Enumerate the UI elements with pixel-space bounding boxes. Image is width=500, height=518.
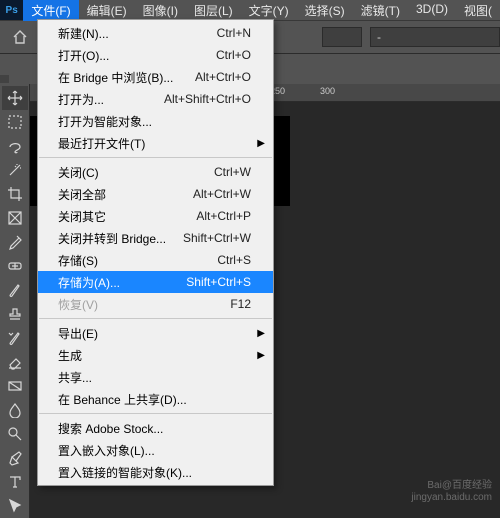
menu-item[interactable]: 打开(O)...Ctrl+O [38,44,273,66]
watermark: Bai@百度经验 jingyan.baidu.com [411,480,492,504]
menu-item-shortcut: F12 [230,297,251,311]
menu-选择[interactable]: 选择(S) [297,0,353,21]
tool-frame[interactable] [2,206,28,230]
tool-lasso[interactable] [2,134,28,158]
menu-3D[interactable]: 3D(D) [408,0,456,21]
menu-item[interactable]: 新建(N)...Ctrl+N [38,22,273,44]
menu-item-shortcut: Ctrl+O [216,48,251,62]
menu-item: 恢复(V)F12 [38,293,273,315]
menu-item-shortcut: Alt+Ctrl+W [193,187,251,201]
menu-滤镜[interactable]: 滤镜(T) [353,0,408,21]
file-menu-dropdown: 新建(N)...Ctrl+N打开(O)...Ctrl+O在 Bridge 中浏览… [37,19,274,486]
menu-item-label: 生成 [58,347,251,364]
menu-编辑[interactable]: 编辑(E) [79,0,135,21]
menu-item-label: 搜索 Adobe Stock... [58,420,251,437]
toolbox [0,84,30,518]
menu-separator [39,413,272,414]
menu-item-label: 最近打开文件(T) [58,135,251,152]
tool-blur[interactable] [2,398,28,422]
menu-item[interactable]: 置入链接的智能对象(K)... [38,461,273,483]
tool-stamp[interactable] [2,302,28,326]
menu-separator [39,318,272,319]
home-icon[interactable] [8,25,32,49]
menu-item-label: 关闭全部 [58,186,193,203]
menu-item-label: 关闭(C) [58,164,214,181]
menu-item[interactable]: 关闭其它Alt+Ctrl+P [38,205,273,227]
ruler-tick: 300 [320,86,335,96]
menu-item-label: 共享... [58,369,251,386]
menu-图像[interactable]: 图像(I) [135,0,186,21]
app-logo: Ps [0,0,23,20]
menu-item-label: 导出(E) [58,325,251,342]
menu-item-label: 关闭并转到 Bridge... [58,230,183,247]
menu-item[interactable]: 搜索 Adobe Stock... [38,417,273,439]
menu-文件[interactable]: 文件(F) [23,0,78,21]
menu-文字[interactable]: 文字(Y) [241,0,297,21]
menu-item-shortcut: Ctrl+W [214,165,251,179]
menu-item[interactable]: 在 Behance 上共享(D)... [38,388,273,410]
tool-type[interactable] [2,470,28,494]
menu-item[interactable]: 生成 ▶ [38,344,273,366]
menu-item-label: 存储为(A)... [58,274,186,291]
menu-item[interactable]: 在 Bridge 中浏览(B)...Alt+Ctrl+O [38,66,273,88]
menu-item[interactable]: 关闭全部Alt+Ctrl+W [38,183,273,205]
menu-item-label: 打开为... [58,91,164,108]
tool-eyedropper[interactable] [2,230,28,254]
menu-item-label: 存储(S) [58,252,217,269]
menu-item[interactable]: 最近打开文件(T) ▶ [38,132,273,154]
menu-item-label: 关闭其它 [58,208,196,225]
panel-tab[interactable] [0,75,9,83]
submenu-arrow-icon: ▶ [257,350,265,361]
menu-图层[interactable]: 图层(L) [186,0,241,21]
tool-magic-wand[interactable] [2,158,28,182]
options-dropdown[interactable]: - [370,27,500,47]
tool-move[interactable] [2,86,28,110]
menu-item[interactable]: 打开为智能对象... [38,110,273,132]
menu-item-label: 新建(N)... [58,25,217,42]
menu-item-label: 打开(O)... [58,47,216,64]
tool-history-brush[interactable] [2,326,28,350]
menu-item[interactable]: 打开为...Alt+Shift+Ctrl+O [38,88,273,110]
menu-item[interactable]: 置入嵌入对象(L)... [38,439,273,461]
tool-gradient[interactable] [2,374,28,398]
menu-item-label: 在 Bridge 中浏览(B)... [58,69,195,86]
tool-healing[interactable] [2,254,28,278]
submenu-arrow-icon: ▶ [257,138,265,149]
menu-item-shortcut: Alt+Ctrl+P [196,209,251,223]
menu-item[interactable]: 导出(E) ▶ [38,322,273,344]
menu-item-shortcut: Shift+Ctrl+S [186,275,251,289]
menubar: Ps 文件(F)编辑(E)图像(I)图层(L)文字(Y)选择(S)滤镜(T)3D… [0,0,500,20]
tool-brush[interactable] [2,278,28,302]
menu-item-label: 在 Behance 上共享(D)... [58,391,251,408]
menu-item-shortcut: Alt+Ctrl+O [195,70,251,84]
menu-item-label: 打开为智能对象... [58,113,251,130]
menu-separator [39,157,272,158]
tool-dodge[interactable] [2,422,28,446]
tool-marquee[interactable] [2,110,28,134]
menu-item-label: 置入嵌入对象(L)... [58,442,251,459]
submenu-arrow-icon: ▶ [257,328,265,339]
menu-item[interactable]: 存储(S)Ctrl+S [38,249,273,271]
menu-item-shortcut: Shift+Ctrl+W [183,231,251,245]
menu-item[interactable]: 关闭并转到 Bridge...Shift+Ctrl+W [38,227,273,249]
menu-item-shortcut: Alt+Shift+Ctrl+O [164,92,251,106]
tool-path-select[interactable] [2,494,28,518]
menu-item-label: 置入链接的智能对象(K)... [58,464,251,481]
menu-item-shortcut: Ctrl+S [217,253,251,267]
menu-item[interactable]: 关闭(C)Ctrl+W [38,161,273,183]
menu-item[interactable]: 存储为(A)...Shift+Ctrl+S [38,271,273,293]
tool-pen[interactable] [2,446,28,470]
menu-item-shortcut: Ctrl+N [217,26,251,40]
menu-item-label: 恢复(V) [58,296,230,313]
menu-item[interactable]: 共享... [38,366,273,388]
options-field[interactable] [322,27,362,47]
menu-视图([interactable]: 视图( [456,0,500,21]
tool-crop[interactable] [2,182,28,206]
tool-eraser[interactable] [2,350,28,374]
